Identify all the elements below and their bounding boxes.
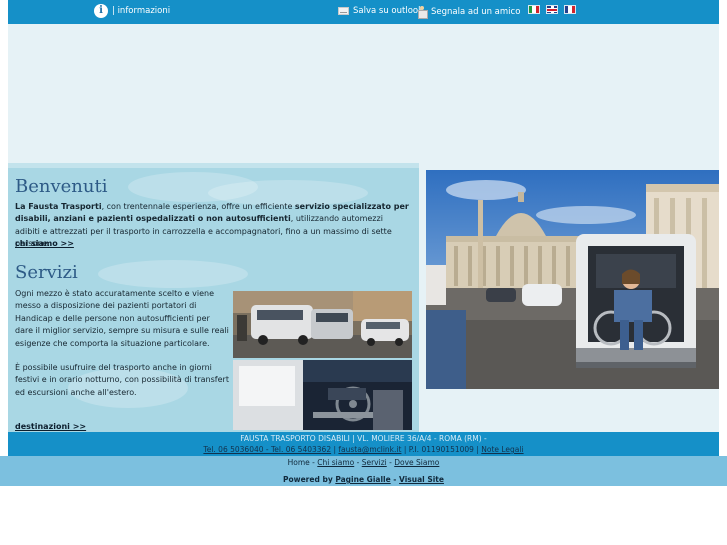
footer-contacts: FAUSTA TRASPORTO DISABILI | VL. MOLIERE … <box>8 432 719 456</box>
footer-address: FAUSTA TRASPORTO DISABILI | VL. MOLIERE … <box>240 434 487 443</box>
powered-by: Powered by Pagine Gialle - Visual Site <box>0 475 727 484</box>
nav-dove-siamo[interactable]: Dove Siamo <box>394 458 439 467</box>
destinazioni-link[interactable]: destinazioni >> <box>15 422 86 431</box>
benvenuti-title: Benvenuti <box>15 176 108 197</box>
servizi-title: Servizi <box>15 262 78 283</box>
powered-sep: - <box>390 475 400 484</box>
info-link[interactable]: i | informazioni <box>94 4 170 18</box>
footer-vat: | P.I. 01190151009 | <box>401 445 482 454</box>
footer-nav-links: Home - Chi siamo - Servizi - Dove Siamo <box>0 458 727 467</box>
top-bar: i | informazioni Salva su outlook Segnal… <box>8 0 719 24</box>
visual-site-link[interactable]: Visual Site <box>399 475 444 484</box>
powered-by-label: Powered by <box>283 475 336 484</box>
save-outlook-label: Salva su outlook <box>353 6 424 16</box>
nav-chi-siamo[interactable]: Chi siamo <box>317 458 354 467</box>
info-label: | informazioni <box>112 6 171 16</box>
cloud-decoration <box>98 260 248 288</box>
footer-phones-link[interactable]: Tel. 06 5036040 - Tel. 06 5403362 <box>203 445 331 454</box>
footer-legal-link[interactable]: Note Legali <box>481 445 523 454</box>
tell-friend-label: Segnala ad un amico <box>431 6 521 17</box>
vans-photo <box>233 291 412 358</box>
info-icon: i <box>94 4 108 18</box>
language-selector <box>528 5 576 14</box>
nav-servizi[interactable]: Servizi <box>362 458 387 467</box>
friend-icon <box>417 6 428 19</box>
outlook-icon <box>338 7 349 15</box>
save-outlook-link[interactable]: Salva su outlook <box>338 6 423 16</box>
nav-sep: - <box>354 458 362 467</box>
company-name: La Fausta Trasporti <box>15 202 102 211</box>
footer-contact-line: Tel. 06 5036040 - Tel. 06 5403362 | faus… <box>8 444 719 455</box>
flag-italy-icon[interactable] <box>528 5 540 14</box>
chi-siamo-link[interactable]: chi siamo >> <box>15 239 74 248</box>
benvenuti-text-1: , con trentennale esperienza, offre un e… <box>101 202 295 211</box>
footer-email-link[interactable]: fausta@mclink.it <box>338 445 401 454</box>
footer-nav: Home - Chi siamo - Servizi - Dove Siamo … <box>0 456 727 486</box>
flag-france-icon[interactable] <box>564 5 576 14</box>
van-interior-photo <box>233 360 412 430</box>
st-peters-van-photo <box>426 170 719 389</box>
flag-uk-icon[interactable] <box>546 5 558 14</box>
nav-home[interactable]: Home <box>288 458 310 467</box>
tell-friend-link[interactable]: Segnala ad un amico <box>417 6 521 19</box>
servizi-para-2: È possibile usufruire del trasporto anch… <box>15 363 229 397</box>
benvenuti-text: La Fausta Trasporti, con trentennale esp… <box>15 201 410 251</box>
servizi-para-1: Ogni mezzo è stato accuratamente scelto … <box>15 289 229 348</box>
pagine-gialle-link[interactable]: Pagine Gialle <box>335 475 390 484</box>
